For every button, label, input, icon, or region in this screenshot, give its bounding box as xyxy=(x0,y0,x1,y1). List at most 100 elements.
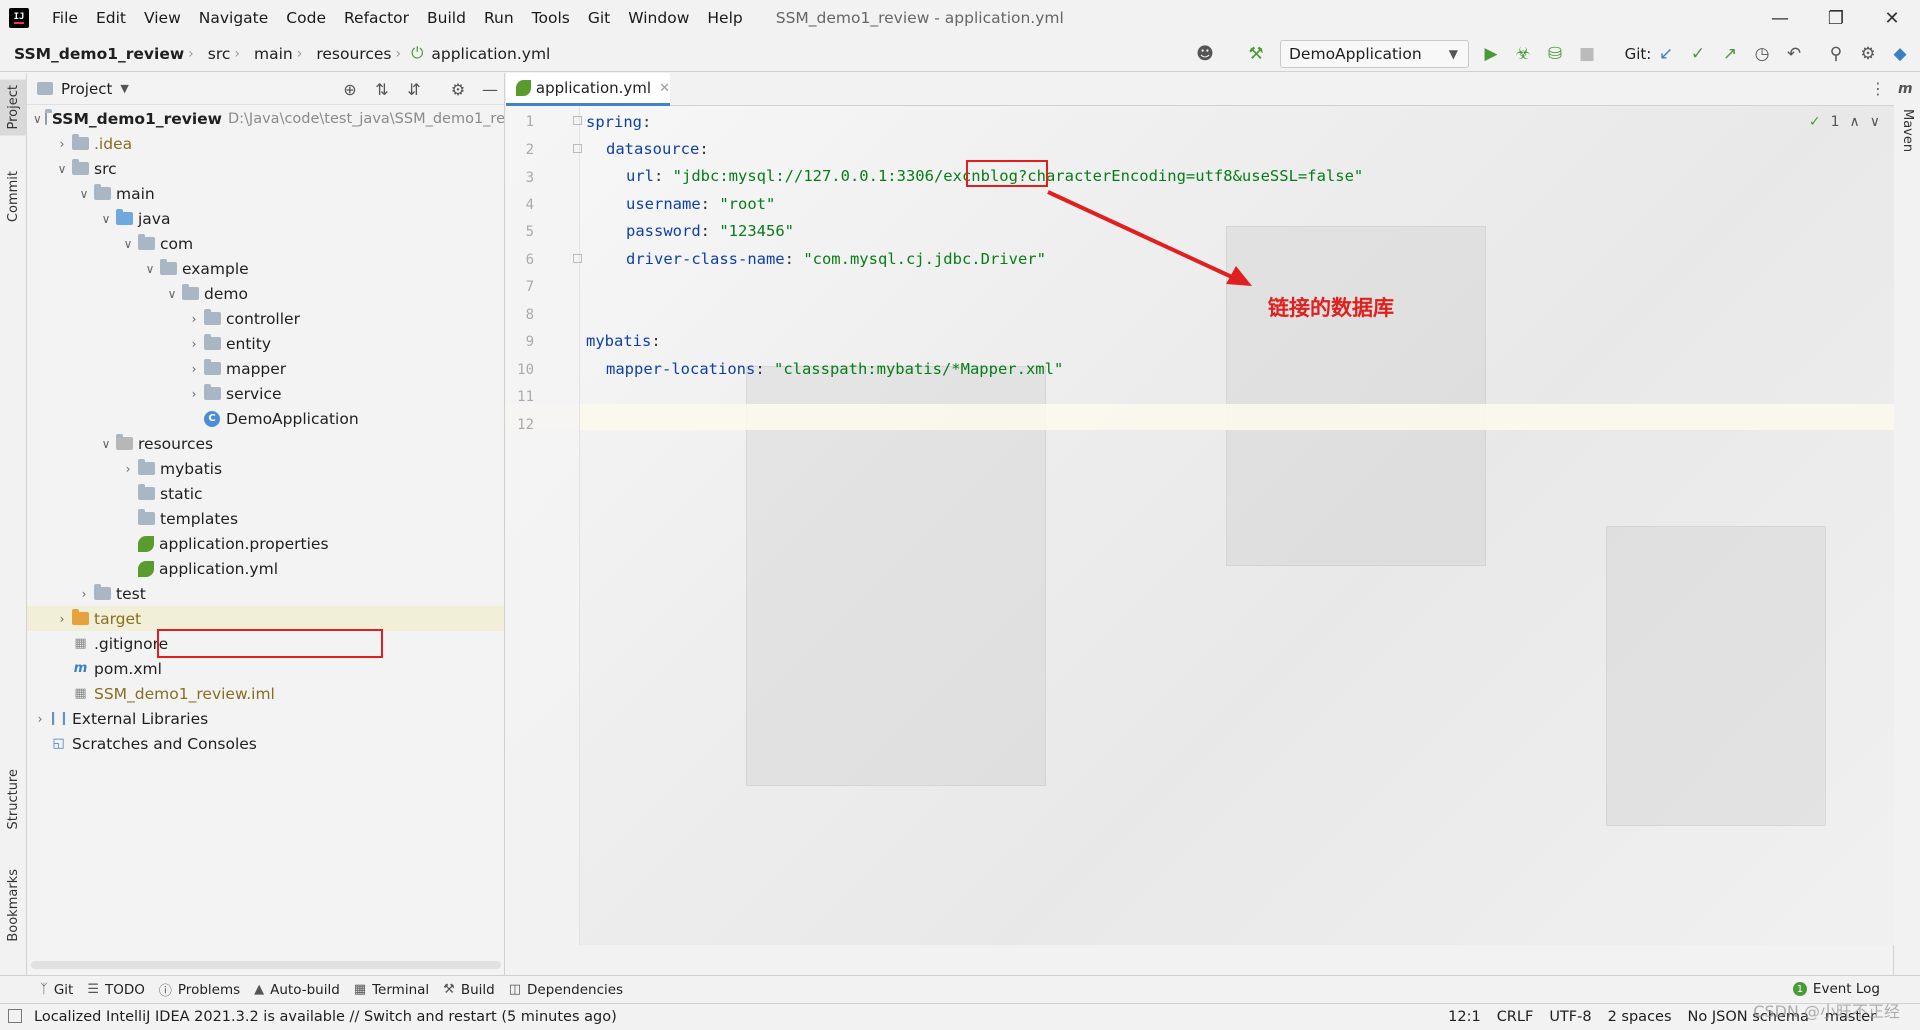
tab-commit[interactable]: Commit xyxy=(0,165,27,228)
expand-all-icon[interactable]: ⇅ xyxy=(371,78,393,100)
settings-gear-icon[interactable]: ⚙ xyxy=(1856,42,1880,66)
tab-project[interactable]: Project xyxy=(0,79,27,136)
tab-application-yml[interactable]: application.yml ✕ xyxy=(506,73,670,106)
more-options-icon[interactable]: ⋮ xyxy=(1870,79,1886,98)
tree-item-java[interactable]: ∨ java xyxy=(27,206,504,231)
tree-item-controller[interactable]: › controller xyxy=(27,306,504,331)
tool-windows-toggle-icon[interactable] xyxy=(8,1009,22,1023)
chevron-right-icon: › xyxy=(37,711,43,726)
tree-item-demo[interactable]: ∨ demo xyxy=(27,281,504,306)
rollback-icon[interactable]: ↶ xyxy=(1782,42,1806,66)
menu-navigate[interactable]: Navigate xyxy=(190,0,278,36)
tool-tab-git[interactable]: ᛉ Git xyxy=(40,982,73,998)
inspection-widget[interactable]: ✓ 1 ∧ ∨ xyxy=(1809,114,1880,130)
menu-git[interactable]: Git xyxy=(579,0,619,36)
tree-item-templates[interactable]: templates xyxy=(27,506,504,531)
tree-item-idea[interactable]: › .idea xyxy=(27,131,504,156)
menu-tools[interactable]: Tools xyxy=(523,0,579,36)
tab-structure[interactable]: Structure xyxy=(0,763,27,835)
build-hammer-icon[interactable]: ⚒ xyxy=(1244,42,1268,66)
coverage-icon[interactable]: ⛁ xyxy=(1543,42,1567,66)
tree-item-application-properties[interactable]: application.properties xyxy=(27,531,504,556)
tool-tab-build[interactable]: ⚒ Build xyxy=(443,982,495,998)
file-encoding[interactable]: UTF-8 xyxy=(1549,1009,1591,1025)
tree-item-resources[interactable]: ∨ resources xyxy=(27,431,504,456)
fold-marker-icon[interactable] xyxy=(573,144,582,153)
tool-tab-auto-build[interactable]: ▲ Auto-build xyxy=(254,982,340,998)
menu-build[interactable]: Build xyxy=(418,0,475,36)
tree-item-static[interactable]: static xyxy=(27,481,504,506)
menu-window[interactable]: Window xyxy=(619,0,698,36)
breadcrumb-src[interactable]: src xyxy=(194,45,235,63)
tool-tab-label: Auto-build xyxy=(270,981,340,998)
fold-marker-icon[interactable] xyxy=(573,254,582,263)
git-update-icon[interactable]: ↙ xyxy=(1654,42,1678,66)
tree-item-test[interactable]: › test xyxy=(27,581,504,606)
folder-icon xyxy=(72,159,89,175)
chevron-right-icon: › xyxy=(191,386,197,401)
tree-item-service[interactable]: › service xyxy=(27,381,504,406)
locate-icon[interactable]: ⊕ xyxy=(339,78,361,100)
tree-item-external-libraries[interactable]: › ❙❙ External Libraries xyxy=(27,706,504,731)
user-icon[interactable]: ☻ xyxy=(1193,42,1217,66)
run-icon[interactable]: ▶ xyxy=(1479,42,1503,66)
menu-edit[interactable]: Edit xyxy=(87,0,135,36)
stop-icon[interactable]: ■ xyxy=(1575,42,1599,66)
menu-file[interactable]: File xyxy=(43,0,87,36)
tree-item-iml[interactable]: ▦ SSM_demo1_review.iml xyxy=(27,681,504,706)
tree-item-example[interactable]: ∨ example xyxy=(27,256,504,281)
hide-icon[interactable]: — xyxy=(479,78,501,100)
horizontal-scrollbar[interactable] xyxy=(31,961,501,969)
menu-view[interactable]: View xyxy=(135,0,190,36)
chevron-down-icon[interactable]: ∨ xyxy=(1870,114,1880,130)
menu-run[interactable]: Run xyxy=(475,0,523,36)
event-log-button[interactable]: 1 Event Log xyxy=(1792,981,1880,997)
breadcrumb-resources[interactable]: resources xyxy=(302,45,395,63)
search-icon[interactable]: ⚲ xyxy=(1824,42,1848,66)
tool-tab-terminal[interactable]: ▦ Terminal xyxy=(354,982,429,998)
tool-tab-todo[interactable]: ☰ TODO xyxy=(87,982,145,998)
restore-icon[interactable]: ❐ xyxy=(1808,0,1864,36)
tree-item-src[interactable]: ∨ src xyxy=(27,156,504,181)
tab-maven[interactable]: Maven xyxy=(1894,103,1920,158)
caret-position[interactable]: 12:1 xyxy=(1448,1009,1481,1025)
menu-code[interactable]: Code xyxy=(277,0,335,36)
tree-item-pom[interactable]: m pom.xml xyxy=(27,656,504,681)
git-push-icon[interactable]: ↗ xyxy=(1718,42,1742,66)
plugin-icon[interactable]: ◆ xyxy=(1888,42,1912,66)
project-view-select[interactable]: Project ▼ xyxy=(37,80,129,98)
menu-refactor[interactable]: Refactor xyxy=(335,0,418,36)
history-icon[interactable]: ◷ xyxy=(1750,42,1774,66)
run-configuration-select[interactable]: DemoApplication ▼ xyxy=(1280,40,1469,68)
tab-bookmarks[interactable]: Bookmarks xyxy=(0,863,27,948)
tool-tab-problems[interactable]: ⓘ Problems xyxy=(159,980,240,1000)
tree-item-com[interactable]: ∨ com xyxy=(27,231,504,256)
tree-item-application-yml[interactable]: application.yml xyxy=(27,556,504,581)
code-editor[interactable]: 1 2 3 4 5 6 7 8 9 10 11 12 spring: datas… xyxy=(506,106,1894,945)
tree-item-mapper[interactable]: › mapper xyxy=(27,356,504,381)
breadcrumb-main[interactable]: main xyxy=(240,45,297,63)
tree-item-demoapplication[interactable]: C DemoApplication xyxy=(27,406,504,431)
tree-item-mybatis[interactable]: › mybatis xyxy=(27,456,504,481)
tree-item-entity[interactable]: › entity xyxy=(27,331,504,356)
breadcrumb-file[interactable]: application.yml xyxy=(427,45,554,63)
tree-item-scratches[interactable]: ◱ Scratches and Consoles xyxy=(27,731,504,756)
line-separator[interactable]: CRLF xyxy=(1497,1009,1534,1025)
close-tab-icon[interactable]: ✕ xyxy=(659,81,670,96)
chevron-up-icon[interactable]: ∧ xyxy=(1850,114,1860,130)
indent-setting[interactable]: 2 spaces xyxy=(1608,1009,1672,1025)
menu-help[interactable]: Help xyxy=(698,0,751,36)
breadcrumb-project[interactable]: SSM_demo1_review xyxy=(0,45,188,63)
tree-item-project-root[interactable]: ∨ SSM_demo1_review D:\Java\code\test_jav… xyxy=(27,106,504,131)
status-message[interactable]: Localized IntelliJ IDEA 2021.3.2 is avai… xyxy=(34,1009,617,1025)
git-commit-icon[interactable]: ✓ xyxy=(1686,42,1710,66)
tree-item-target[interactable]: › target xyxy=(27,606,504,631)
collapse-all-icon[interactable]: ⇵ xyxy=(403,78,425,100)
tree-item-main[interactable]: ∨ main xyxy=(27,181,504,206)
fold-marker-icon[interactable] xyxy=(573,116,582,125)
minimize-icon[interactable]: — xyxy=(1752,0,1808,36)
close-icon[interactable]: ✕ xyxy=(1864,0,1920,36)
debug-icon[interactable]: ☣ xyxy=(1511,42,1535,66)
settings-gear-icon[interactable]: ⚙ xyxy=(447,78,469,100)
tool-tab-dependencies[interactable]: ◫ Dependencies xyxy=(509,982,623,998)
